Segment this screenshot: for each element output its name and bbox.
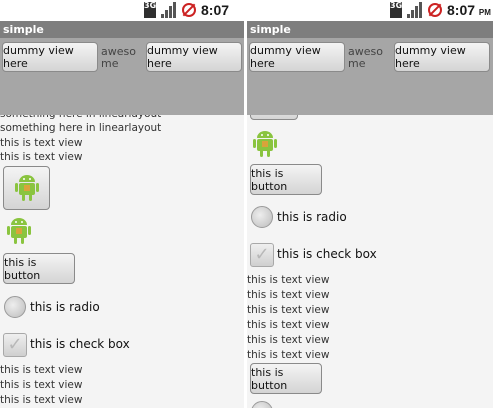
overlay-panel: dummy view here awesome dummy view here xyxy=(247,38,493,115)
checkbox[interactable]: ✓ xyxy=(3,333,27,357)
linear-text: something here in linearlayout xyxy=(0,122,162,134)
alarm-off-icon xyxy=(181,2,197,18)
checkbox-label: this is check box xyxy=(30,337,130,351)
screen-divider xyxy=(244,0,247,408)
radio-label: this is radio xyxy=(277,210,347,224)
overlay-panel: dummy view here awesome dummy view here xyxy=(0,38,244,115)
network-3g-icon: 3G xyxy=(144,2,156,18)
this-is-button[interactable]: this is button xyxy=(250,164,322,195)
radio-label: this is radio xyxy=(30,300,100,314)
awesome-text: awesome xyxy=(101,45,136,70)
android-image xyxy=(7,218,31,244)
android-icon xyxy=(14,175,39,201)
text-view: this is text view xyxy=(247,304,330,316)
screen-left: 3G 8:07 PM simple dummy view here awesom… xyxy=(0,0,244,408)
signal-icon xyxy=(407,2,423,18)
text-view: this is text view xyxy=(0,137,83,149)
android-image-button[interactable] xyxy=(3,166,50,210)
awesome-text: awesome xyxy=(348,45,383,70)
status-bar: 3G 8:07 PM xyxy=(247,0,493,21)
text-view: this is text view xyxy=(247,289,330,301)
text-view: this is text view xyxy=(247,319,330,331)
status-time: 8:07 PM xyxy=(447,2,491,18)
dummy-view-button-left[interactable]: dummy view here xyxy=(249,42,345,72)
radio-button-partial[interactable] xyxy=(251,401,273,408)
radio-button[interactable] xyxy=(251,206,273,228)
text-view: this is text view xyxy=(0,151,83,163)
text-view: this is text view xyxy=(247,349,330,361)
dummy-view-button-left[interactable]: dummy view here xyxy=(2,42,98,72)
dummy-view-button-right[interactable]: dummy view here xyxy=(394,42,490,72)
text-view: this is text view xyxy=(247,274,330,286)
checkbox[interactable]: ✓ xyxy=(250,243,274,267)
app-title: simple xyxy=(247,21,493,38)
signal-icon xyxy=(161,2,177,18)
this-is-button[interactable]: this is button xyxy=(3,253,75,284)
alarm-off-icon xyxy=(427,2,443,18)
app-title: simple xyxy=(0,21,244,38)
checkbox-label: this is check box xyxy=(277,247,377,261)
text-view: this is text view xyxy=(0,364,83,376)
dummy-view-button-right[interactable]: dummy view here xyxy=(146,42,242,72)
text-view: this is text view xyxy=(0,394,83,406)
text-view: this is text view xyxy=(247,334,330,346)
this-is-button-2[interactable]: this is button xyxy=(250,363,322,394)
text-view: this is text view xyxy=(0,379,83,391)
screen-right: 3G 8:07 PM simple dummy view here awesom… xyxy=(247,0,493,408)
status-bar: 3G 8:07 PM xyxy=(0,0,244,35)
android-image xyxy=(253,131,277,157)
radio-button[interactable] xyxy=(4,296,26,318)
network-3g-icon: 3G xyxy=(390,2,402,18)
